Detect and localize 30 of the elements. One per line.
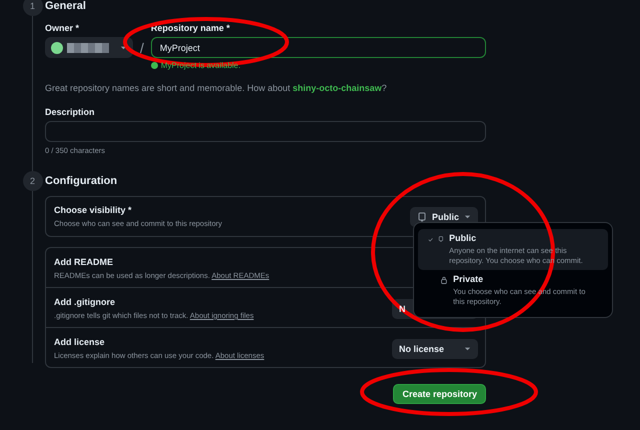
caret-icon [120,44,127,51]
lock-icon [440,275,448,285]
menu-item-title: Public [449,233,478,243]
hint-text: Great repository names are short and memorable. How about shiny-octo-chainsaw? [45,83,388,93]
section-title: Configuration [45,174,118,188]
step-number: 1 [22,0,42,16]
field-label: Repository name * [150,22,231,34]
field-label: Owner * [45,22,80,34]
check-icon [428,235,434,244]
avatar-icon [51,42,63,54]
repo-icon [438,234,444,244]
section-title: General [45,0,87,13]
repository-name-field[interactable]: MyProject [150,37,486,58]
setting-title: Add README [54,257,114,267]
caret-icon [464,213,471,220]
check-circle-icon [150,62,158,69]
repo-icon [416,212,427,222]
blurred-name-drawing [67,42,109,52]
description-field[interactable] [45,121,486,142]
setting-title: Add .gitignore [54,297,116,307]
create-repository-button[interactable]: Create repository [393,384,486,404]
select-button[interactable]: No license [392,338,478,358]
setting-title: Add license [54,337,106,347]
step-number: 2 [22,171,42,191]
separator: / [140,40,144,56]
menu-item-title: Private [453,274,484,284]
setting-title: Choose visibility * [54,205,133,215]
caret-icon [464,345,471,352]
field-label: Description [45,106,96,118]
owner-select[interactable] [45,37,133,58]
